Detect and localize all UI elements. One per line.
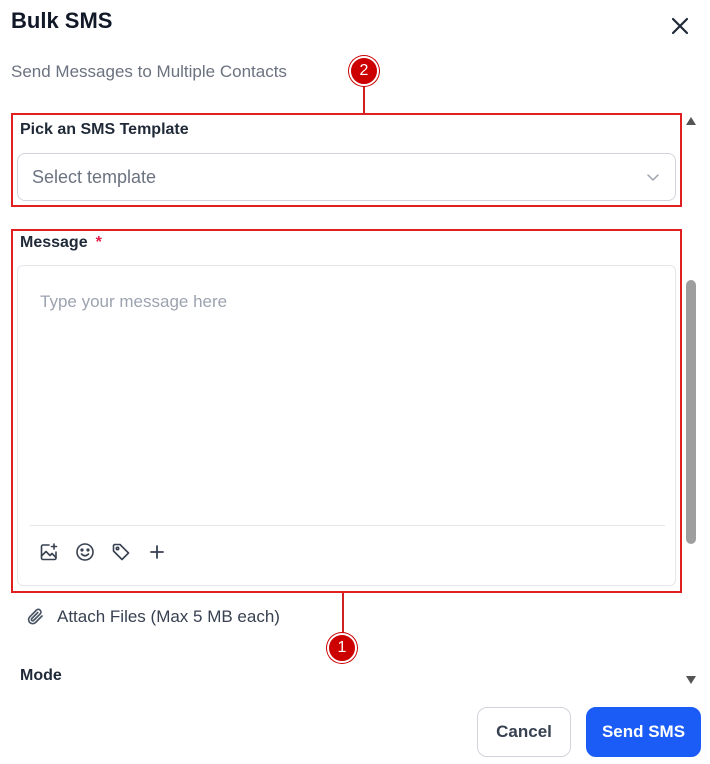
page-title: Bulk SMS xyxy=(11,8,113,33)
message-label: Message * xyxy=(20,234,102,252)
callout-connector-1 xyxy=(342,593,344,635)
paperclip-icon xyxy=(27,608,43,625)
scrollbar[interactable] xyxy=(684,112,698,687)
message-placeholder: Type your message here xyxy=(40,292,228,311)
message-label-text: Message xyxy=(20,234,88,251)
page-subtitle: Send Messages to Multiple Contacts xyxy=(11,62,287,81)
plus-icon[interactable] xyxy=(146,541,168,563)
tag-icon[interactable] xyxy=(110,541,132,563)
template-label: Pick an SMS Template xyxy=(20,121,189,138)
template-select[interactable]: Select template xyxy=(17,153,676,201)
emoji-icon[interactable] xyxy=(74,541,96,563)
cancel-button[interactable]: Cancel xyxy=(477,707,571,757)
callout-connector-2 xyxy=(363,84,365,113)
toolbar-divider xyxy=(30,525,665,526)
callout-badge-1: 1 xyxy=(327,633,357,663)
scroll-up-arrow-icon[interactable] xyxy=(684,114,698,128)
mode-label: Mode xyxy=(20,667,62,684)
image-add-icon[interactable] xyxy=(38,541,60,563)
attach-files-label: Attach Files (Max 5 MB each) xyxy=(57,607,280,626)
message-toolbar xyxy=(38,541,168,563)
message-editor[interactable]: Type your message here xyxy=(17,265,676,586)
template-select-value: Select template xyxy=(32,166,157,187)
close-button[interactable] xyxy=(666,12,694,40)
callout-badge-2: 2 xyxy=(349,56,379,86)
attach-files-button[interactable]: Attach Files (Max 5 MB each) xyxy=(25,606,280,628)
scroll-down-arrow-icon[interactable] xyxy=(684,673,698,687)
scrollbar-thumb[interactable] xyxy=(686,280,696,544)
send-sms-button[interactable]: Send SMS xyxy=(586,707,701,757)
chevron-down-icon xyxy=(645,169,661,185)
required-marker: * xyxy=(95,234,102,251)
close-icon xyxy=(671,17,689,35)
